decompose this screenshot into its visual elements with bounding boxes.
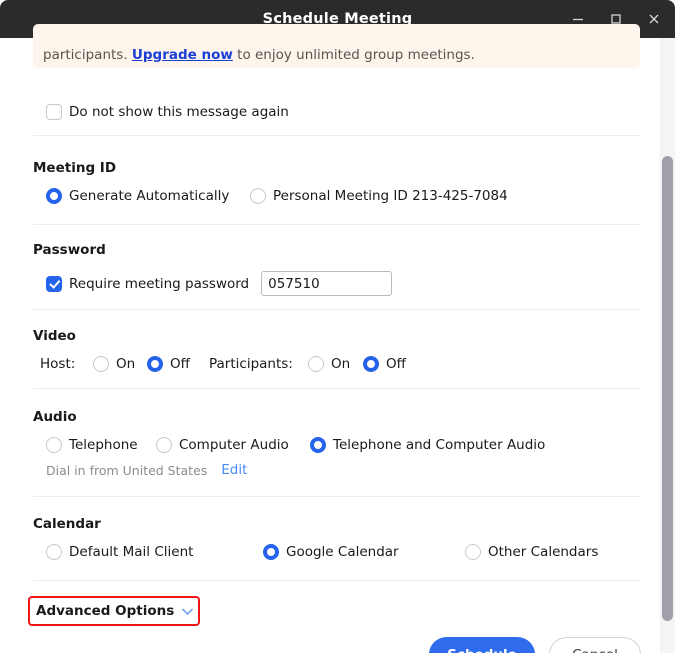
dismiss-row[interactable]: Do not show this message again xyxy=(46,104,289,120)
video-host-on-radio[interactable] xyxy=(93,356,109,372)
generate-automatically-label[interactable]: Generate Automatically xyxy=(69,188,229,204)
schedule-button[interactable]: Schedule xyxy=(429,637,535,653)
dial-in-edit-link[interactable]: Edit xyxy=(221,462,247,478)
video-host-on[interactable]: On xyxy=(93,356,135,372)
calendar-option-default-mail[interactable]: Default Mail Client xyxy=(46,544,193,560)
video-participants-on[interactable]: On xyxy=(308,356,350,372)
calendar-option-other[interactable]: Other Calendars xyxy=(465,544,598,560)
cancel-button[interactable]: Cancel xyxy=(549,637,641,653)
personal-meeting-id-label[interactable]: Personal Meeting ID 213-425-7084 xyxy=(273,188,508,204)
video-participants-on-radio[interactable] xyxy=(308,356,324,372)
video-participants-off-radio[interactable] xyxy=(363,356,379,372)
dialog-content: participants. Upgrade now to enjoy unlim… xyxy=(0,24,675,653)
video-participants-off[interactable]: Off xyxy=(363,356,406,372)
chevron-down-icon[interactable] xyxy=(181,607,194,616)
google-calendar-label[interactable]: Google Calendar xyxy=(286,544,399,560)
vertical-scrollbar-thumb[interactable] xyxy=(662,156,673,621)
vertical-scrollbar-track[interactable] xyxy=(660,38,675,653)
audio-computer-label[interactable]: Computer Audio xyxy=(179,437,289,453)
video-host-label-wrap: Host: xyxy=(40,356,75,372)
upgrade-banner-text: participants. Upgrade now to enjoy unlim… xyxy=(43,47,475,68)
password-input[interactable] xyxy=(261,271,393,296)
video-participants-on-label[interactable]: On xyxy=(331,356,350,372)
video-participants-off-label[interactable]: Off xyxy=(386,356,406,372)
meeting-id-option-generate[interactable]: Generate Automatically xyxy=(46,188,229,204)
banner-text-after: to enjoy unlimited group meetings. xyxy=(232,47,475,63)
scroll-content: participants. Upgrade now to enjoy unlim… xyxy=(0,24,648,653)
divider-3 xyxy=(33,309,640,310)
video-participants-label-wrap: Participants: xyxy=(209,356,293,372)
do-not-show-checkbox[interactable] xyxy=(46,104,62,120)
video-host-off[interactable]: Off xyxy=(147,356,190,372)
divider-2 xyxy=(33,224,640,225)
password-title: Password xyxy=(33,242,106,258)
google-calendar-radio[interactable] xyxy=(263,544,279,560)
audio-option-telephone[interactable]: Telephone xyxy=(46,437,138,453)
default-mail-client-radio[interactable] xyxy=(46,544,62,560)
audio-telephone-radio[interactable] xyxy=(46,437,62,453)
video-host-label: Host: xyxy=(40,356,76,372)
personal-meeting-id-radio[interactable] xyxy=(250,188,266,204)
do-not-show-label[interactable]: Do not show this message again xyxy=(69,104,289,120)
audio-both-radio[interactable] xyxy=(310,437,326,453)
calendar-option-google[interactable]: Google Calendar xyxy=(263,544,399,560)
dial-in-row: Dial in from United States Edit xyxy=(46,462,247,478)
advanced-options-toggle[interactable]: Advanced Options xyxy=(28,596,200,626)
divider-5 xyxy=(33,496,640,497)
generate-automatically-radio[interactable] xyxy=(46,188,62,204)
schedule-meeting-window: Schedule Meeting participants. Upgrade n… xyxy=(0,0,675,653)
upgrade-now-link[interactable]: Upgrade now xyxy=(132,47,233,63)
video-host-off-radio[interactable] xyxy=(147,356,163,372)
other-calendars-label[interactable]: Other Calendars xyxy=(488,544,598,560)
audio-option-both[interactable]: Telephone and Computer Audio xyxy=(310,437,545,453)
audio-option-computer[interactable]: Computer Audio xyxy=(156,437,289,453)
divider-6 xyxy=(33,580,640,581)
require-password-label[interactable]: Require meeting password xyxy=(69,276,249,292)
dial-in-text: Dial in from United States xyxy=(46,462,208,478)
require-password-checkbox[interactable] xyxy=(46,275,62,292)
banner-text-before: participants. xyxy=(43,47,132,63)
video-host-off-label[interactable]: Off xyxy=(170,356,190,372)
divider-1 xyxy=(33,135,640,136)
password-row[interactable]: Require meeting password xyxy=(46,271,393,296)
other-calendars-radio[interactable] xyxy=(465,544,481,560)
video-host-on-label[interactable]: On xyxy=(116,356,135,372)
advanced-options-label[interactable]: Advanced Options xyxy=(36,603,174,619)
audio-telephone-label[interactable]: Telephone xyxy=(69,437,138,453)
upgrade-banner: participants. Upgrade now to enjoy unlim… xyxy=(33,24,640,68)
audio-both-label[interactable]: Telephone and Computer Audio xyxy=(333,437,545,453)
close-icon[interactable] xyxy=(643,8,665,30)
meeting-id-option-personal[interactable]: Personal Meeting ID 213-425-7084 xyxy=(250,188,508,204)
divider-4 xyxy=(33,388,640,389)
calendar-title: Calendar xyxy=(33,516,101,532)
audio-title: Audio xyxy=(33,409,77,425)
video-participants-label: Participants: xyxy=(209,356,293,372)
audio-computer-radio[interactable] xyxy=(156,437,172,453)
meeting-id-title: Meeting ID xyxy=(33,160,117,176)
default-mail-client-label[interactable]: Default Mail Client xyxy=(69,544,193,560)
video-title: Video xyxy=(33,328,76,344)
